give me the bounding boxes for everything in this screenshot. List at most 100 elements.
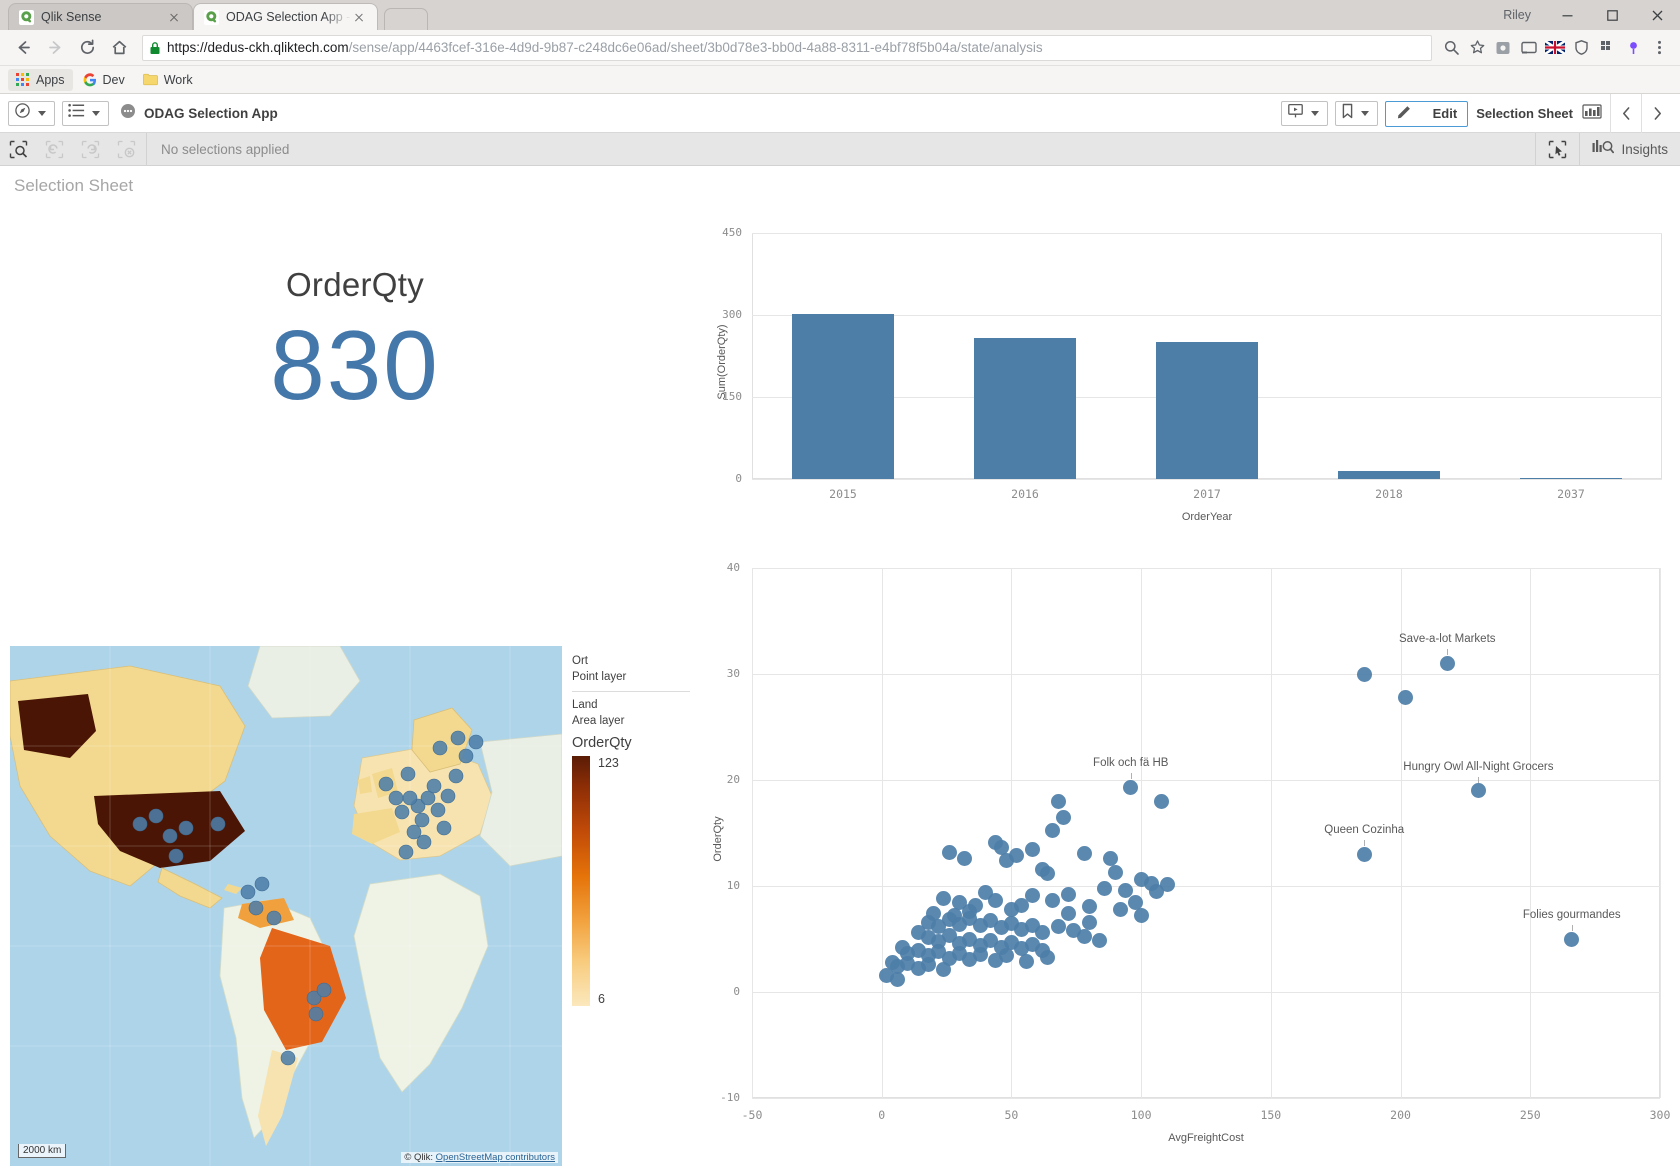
scatter-point[interactable] — [1102, 850, 1118, 866]
x-axis-tick: 300 — [1649, 1108, 1671, 1122]
openstreetmap-link[interactable]: OpenStreetMap contributors — [436, 1152, 555, 1163]
next-sheet-button[interactable] — [1641, 94, 1672, 133]
browser-menu-icon[interactable] — [1646, 35, 1672, 61]
edit-button[interactable]: Edit — [1384, 100, 1469, 127]
browser-tab-title: Qlik Sense — [41, 10, 102, 24]
scatter-point[interactable] — [1356, 666, 1372, 682]
home-icon[interactable] — [104, 33, 134, 63]
scatter-point[interactable] — [1076, 929, 1092, 945]
bar[interactable] — [792, 313, 894, 479]
new-tab-button[interactable] — [384, 8, 428, 30]
bar-chart-sum-orderqty-by-orderyear[interactable]: 0 150 300 450 2015 2016 2017 2018 2037 Sum(OrderQ… — [700, 221, 1670, 541]
scatter-point[interactable] — [1107, 864, 1123, 880]
reload-icon[interactable] — [72, 33, 102, 63]
scatter-point[interactable] — [1097, 880, 1113, 896]
forward-arrow-icon — [40, 33, 70, 63]
x-axis-tick: 100 — [1130, 1108, 1152, 1122]
scatter-point[interactable] — [1092, 932, 1108, 948]
navigation-menu-button[interactable] — [8, 100, 55, 126]
cast-icon[interactable] — [1516, 35, 1542, 61]
pin-icon[interactable] — [1620, 35, 1646, 61]
gridline — [1141, 568, 1143, 1098]
kpi-orderqty[interactable]: OrderQty 830 — [10, 221, 700, 546]
bookmark-work[interactable]: Work — [135, 69, 201, 91]
address-bar[interactable]: https://dedus-ckh.qliktech.com/sense/app… — [142, 34, 1432, 61]
scatter-point[interactable] — [1470, 783, 1486, 799]
minimize-icon[interactable] — [1545, 0, 1590, 30]
scatter-point[interactable] — [1076, 845, 1092, 861]
sheet-name: Selection Sheet — [1476, 106, 1573, 121]
scatter-point[interactable] — [1040, 949, 1056, 965]
browser-tab-odag-selection-app[interactable]: ODAG Selection App - My — [193, 3, 378, 30]
selections-bar-right: Insights — [1535, 133, 1680, 166]
scatter-point[interactable] — [1009, 847, 1025, 863]
bar[interactable] — [1338, 470, 1440, 479]
scatter-point[interactable] — [889, 971, 905, 987]
smart-select-button[interactable] — [1535, 133, 1579, 166]
scatter-chart-orderqty-by-avgfreightcost[interactable]: -10 0 10 20 30 40 -50 0 50 100 150 200 250 300 Save-a-… — [700, 556, 1670, 1166]
scatter-point[interactable] — [1149, 883, 1165, 899]
scatter-point[interactable] — [1356, 846, 1372, 862]
y-axis-title: Sum(OrderQty) — [716, 324, 728, 400]
zoom-icon[interactable] — [1438, 35, 1464, 61]
gridline — [752, 479, 1662, 480]
browser-tab-title: ODAG Selection App - My — [226, 10, 351, 24]
scatter-point[interactable] — [1081, 898, 1097, 914]
x-axis-tick: 2037 — [1557, 487, 1585, 501]
lock-icon — [149, 41, 161, 55]
back-arrow-icon[interactable] — [8, 33, 38, 63]
scatter-point[interactable] — [1154, 793, 1170, 809]
scatter-point[interactable] — [1061, 886, 1076, 902]
maximize-icon[interactable] — [1590, 0, 1635, 30]
previous-sheet-button[interactable] — [1610, 94, 1641, 133]
scatter-point[interactable] — [1055, 809, 1071, 825]
scatter-point[interactable] — [941, 844, 957, 860]
step-back-icon — [36, 133, 72, 166]
close-icon[interactable] — [166, 9, 182, 25]
insights-button[interactable]: Insights — [1579, 133, 1680, 166]
scatter-point[interactable] — [1040, 865, 1056, 881]
shield-icon[interactable] — [1568, 35, 1594, 61]
bar[interactable] — [1520, 477, 1622, 479]
flag-icon[interactable] — [1542, 35, 1568, 61]
scatter-point[interactable] — [1003, 901, 1019, 917]
scatter-point[interactable] — [1050, 793, 1066, 809]
scatter-point[interactable] — [1061, 906, 1076, 922]
legend-layer-type: Point layer — [572, 670, 627, 683]
scatter-point[interactable] — [1112, 901, 1128, 917]
sheets-menu-button[interactable] — [62, 100, 109, 126]
annotation-stem — [1364, 840, 1366, 847]
gridline — [752, 886, 1660, 887]
kpi-value: 830 — [270, 310, 440, 420]
scatter-point[interactable] — [1050, 918, 1066, 934]
scatter-point[interactable] — [1564, 931, 1580, 947]
scatter-point[interactable] — [1439, 655, 1455, 671]
sheet-selector[interactable]: Selection Sheet — [1476, 103, 1610, 125]
selection-search-icon[interactable] — [0, 133, 36, 166]
puzzle-icon[interactable] — [1490, 35, 1516, 61]
browser-tab-qlik-sense[interactable]: Qlik Sense — [8, 3, 193, 30]
star-icon[interactable] — [1464, 35, 1490, 61]
bookmark-dev[interactable]: Dev — [75, 69, 133, 91]
app-title: ODAG Selection App — [144, 105, 278, 121]
bookmark-apps[interactable]: Apps — [8, 68, 73, 91]
scatter-point[interactable] — [920, 956, 936, 972]
grid-icon[interactable] — [1594, 35, 1620, 61]
bar[interactable] — [974, 337, 1076, 479]
map-geometry — [10, 646, 563, 1166]
y-axis-tick: 0 — [733, 985, 740, 998]
scatter-point[interactable] — [1398, 689, 1414, 705]
scatter-point[interactable] — [977, 884, 993, 900]
bookmarks-button[interactable] — [1334, 101, 1378, 126]
browser-navigation-bar: https://dedus-ckh.qliktech.com/sense/app… — [0, 30, 1680, 66]
scatter-point[interactable] — [1081, 914, 1097, 930]
annotation-stem — [1447, 649, 1449, 656]
map-chart[interactable]: 2000 km © Qlik: OpenStreetMap contributo… — [10, 646, 700, 1166]
close-icon[interactable] — [1635, 0, 1680, 30]
y-axis-tick: 30 — [726, 667, 740, 680]
bar[interactable] — [1156, 342, 1258, 479]
storytelling-button[interactable] — [1280, 101, 1328, 126]
y-axis-tick: 450 — [722, 226, 742, 239]
close-icon[interactable] — [351, 9, 367, 25]
scatter-point[interactable] — [1133, 908, 1149, 924]
